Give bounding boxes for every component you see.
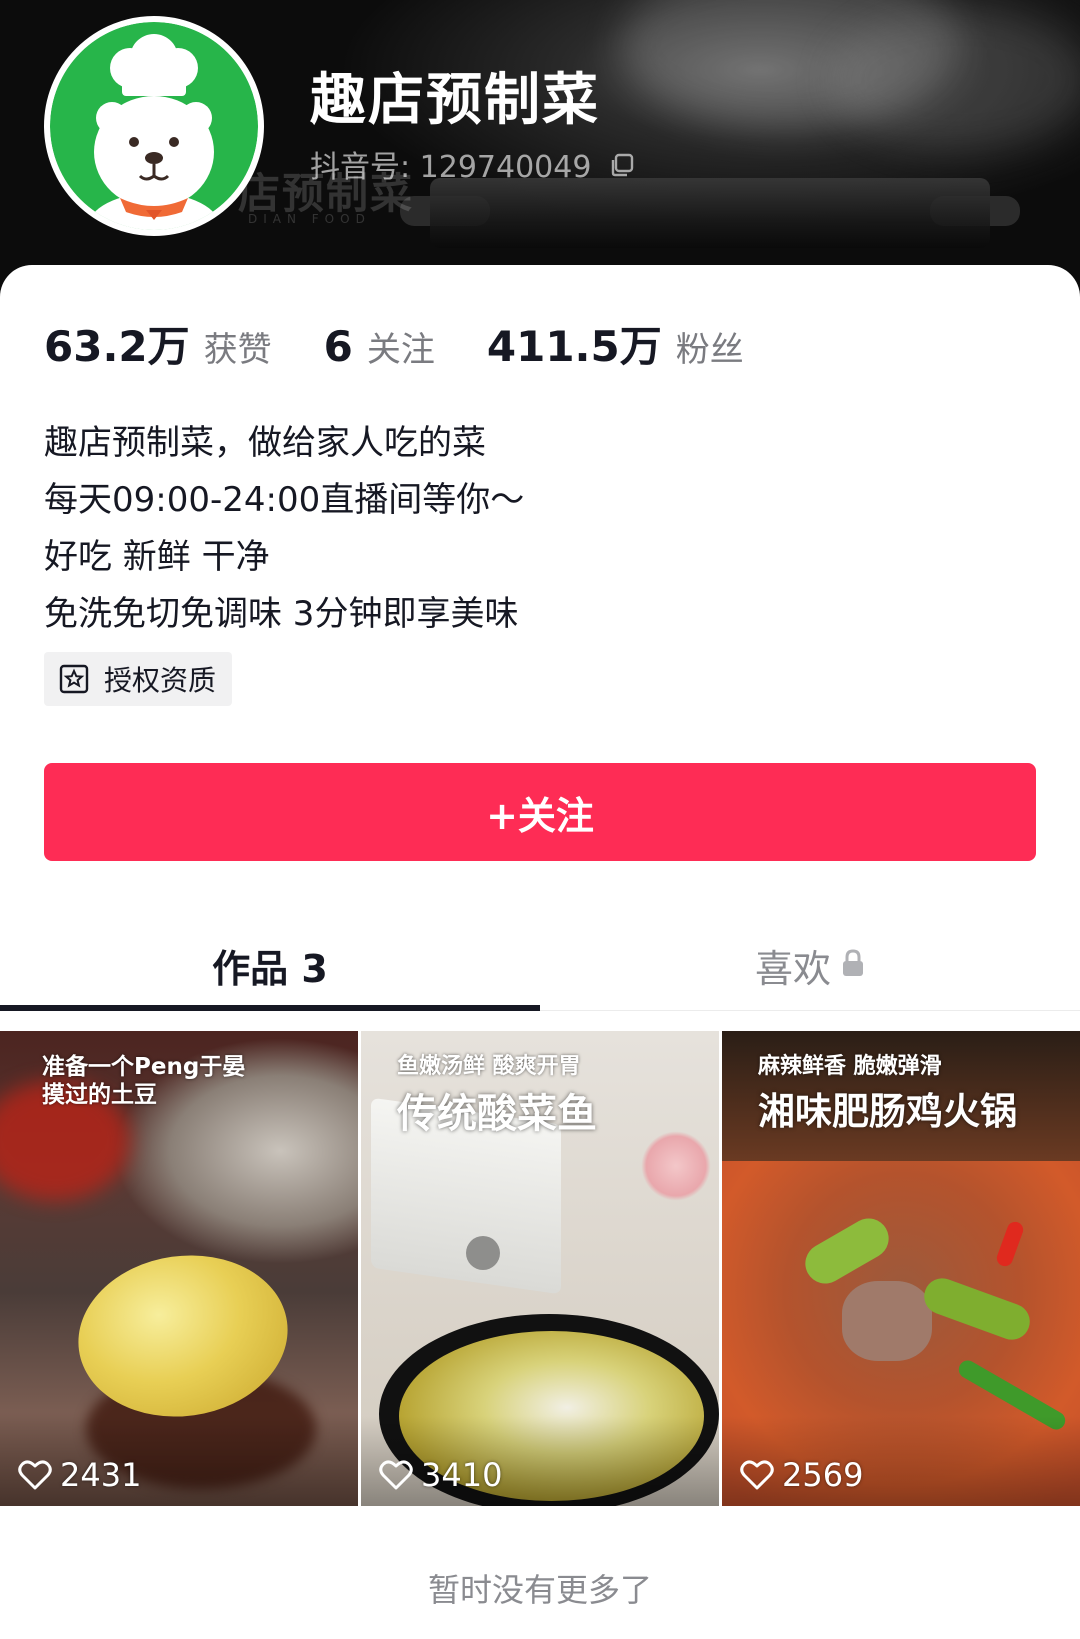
video-likes: 2569 <box>740 1456 863 1494</box>
stat-likes[interactable]: 63.2万 获赞 <box>44 313 272 374</box>
chef-bear-icon <box>88 34 220 230</box>
heart-icon <box>18 1460 52 1490</box>
tab-likes[interactable]: 喜欢 <box>540 920 1080 1010</box>
bio-line: 每天09:00-24:00直播间等你～ <box>44 480 525 520</box>
video-caption-small: 鱼嫩汤鲜 酸爽开胃 <box>397 1054 581 1079</box>
tab-active-indicator <box>0 1005 540 1011</box>
no-more-content: 暂时没有更多了 <box>427 1571 652 1609</box>
douyin-id[interactable]: 抖音号: 129740049 <box>310 142 635 186</box>
follow-button[interactable]: +关注 <box>44 763 1036 861</box>
video-tile[interactable]: 鱼嫩汤鲜 酸爽开胃 传统酸菜鱼 3410 <box>361 1031 719 1506</box>
video-tile[interactable]: 准备一个Peng于晏 摸过的土豆 2431 <box>0 1031 358 1506</box>
stat-likes-label: 获赞 <box>203 330 272 370</box>
profile-bio: 趣店预制菜，做给家人吃的菜 每天09:00-24:00直播间等你～ 好吃 新鲜 … <box>44 415 524 643</box>
video-grid: 准备一个Peng于晏 摸过的土豆 2431 鱼嫩汤鲜 酸爽开胃 传统酸菜鱼 34… <box>0 1031 1080 1506</box>
video-tile[interactable]: 麻辣鲜香 脆嫩弹滑 湘味肥肠鸡火锅 2569 <box>722 1031 1080 1506</box>
heart-icon <box>379 1460 413 1490</box>
content-tabs: 作品 3 喜欢 <box>0 920 1080 1011</box>
stat-followers-value: 411.5万 <box>486 322 662 371</box>
video-caption-big: 传统酸菜鱼 <box>397 1091 597 1137</box>
stat-following-value: 6 <box>323 322 353 371</box>
heart-icon <box>740 1460 774 1490</box>
video-caption-small: 麻辣鲜香 脆嫩弹滑 <box>758 1054 942 1079</box>
certificate-star-icon <box>59 664 89 694</box>
stat-followers-label: 粉丝 <box>675 330 744 370</box>
banner-watermark-sub: DIAN FOOD <box>248 212 371 226</box>
copy-icon[interactable] <box>609 151 635 186</box>
video-like-count: 2569 <box>782 1456 864 1494</box>
lock-icon <box>841 948 865 982</box>
douyin-id-text: 抖音号: 129740049 <box>310 150 592 185</box>
video-like-count: 3410 <box>421 1456 503 1494</box>
thumbnail-detail <box>641 1131 711 1201</box>
stat-following[interactable]: 6 关注 <box>324 322 435 371</box>
stat-likes-value: 63.2万 <box>44 322 190 371</box>
steam-decoration <box>830 10 1080 150</box>
bio-line: 免洗免切免调味 3分钟即享美味 <box>44 594 519 634</box>
certification-tag[interactable]: 授权资质 <box>44 652 233 706</box>
thumbnail-detail <box>466 1236 500 1270</box>
tab-works-label: 作品 3 <box>212 946 328 991</box>
profile-banner: 店预制菜 DIAN FOOD 趣店预制菜 抖音号: 129740049 <box>0 0 1080 300</box>
video-likes: 2431 <box>18 1456 141 1494</box>
video-caption-big: 湘味肥肠鸡火锅 <box>758 1090 1017 1133</box>
stat-followers[interactable]: 411.5万 粉丝 <box>487 313 744 374</box>
tab-works[interactable]: 作品 3 <box>0 920 540 1011</box>
stats-row: 63.2万 获赞 6 关注 411.5万 粉丝 <box>44 313 796 374</box>
video-caption: 准备一个Peng于晏 摸过的土豆 <box>42 1054 246 1108</box>
bio-line: 趣店预制菜，做给家人吃的菜 <box>44 423 486 463</box>
avatar-logo <box>50 22 258 230</box>
video-like-count: 2431 <box>60 1456 142 1494</box>
certification-label: 授权资质 <box>104 664 217 697</box>
bio-line: 好吃 新鲜 干净 <box>44 537 270 577</box>
profile-name: 趣店预制菜 <box>310 68 600 133</box>
thumbnail-detail <box>842 1281 932 1361</box>
pot-image <box>430 178 990 248</box>
stat-following-label: 关注 <box>366 330 435 370</box>
avatar[interactable] <box>44 16 264 236</box>
video-likes: 3410 <box>379 1456 502 1494</box>
tab-likes-label: 喜欢 <box>754 946 831 991</box>
